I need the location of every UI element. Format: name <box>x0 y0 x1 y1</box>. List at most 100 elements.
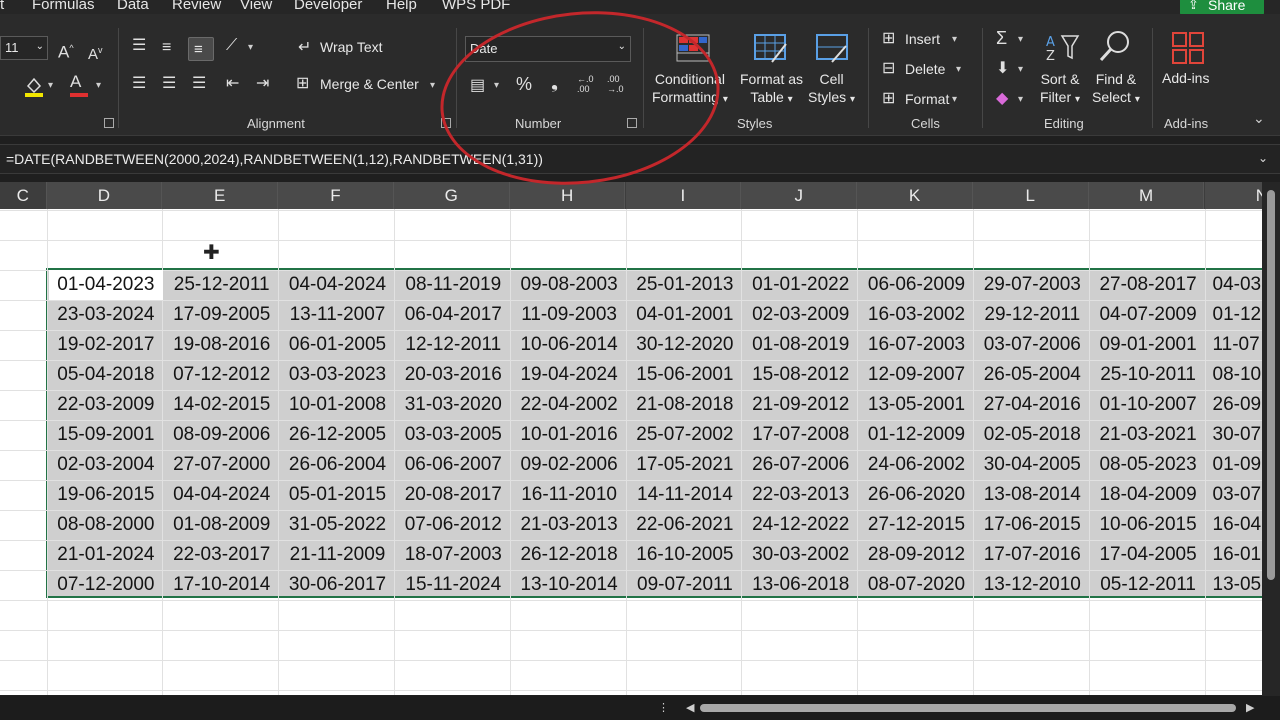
table-cell[interactable]: 02-03-2004 <box>49 450 164 480</box>
table-cell[interactable]: 16-04 <box>1207 510 1263 540</box>
table-cell[interactable]: 21-01-2024 <box>49 540 164 570</box>
table-cell[interactable]: 27-07-2000 <box>164 450 279 480</box>
table-cell[interactable]: 26-09 <box>1207 390 1263 420</box>
table-cell[interactable]: 04-07-2009 <box>1091 300 1206 330</box>
table-cell[interactable]: 22-03-2017 <box>164 540 279 570</box>
table-cell[interactable]: 30-03-2002 <box>743 540 858 570</box>
table-cell[interactable]: 09-07-2011 <box>628 570 743 600</box>
table-cell[interactable]: 21-03-2021 <box>1091 420 1206 450</box>
table-cell[interactable]: 31-03-2020 <box>396 390 511 420</box>
table-cell[interactable]: 08-11-2019 <box>396 270 511 300</box>
table-cell[interactable]: 25-01-2013 <box>628 270 743 300</box>
table-cell[interactable]: 01-09 <box>1207 450 1263 480</box>
table-cell[interactable]: 16-11-2010 <box>512 480 627 510</box>
column-header-d[interactable]: D <box>46 182 163 209</box>
chevron-down-icon[interactable]: ▾ <box>96 80 101 91</box>
table-cell[interactable]: 26-12-2005 <box>280 420 395 450</box>
table-cell[interactable]: 27-12-2015 <box>859 510 974 540</box>
font-dialog-launcher[interactable] <box>104 118 114 128</box>
column-header-i[interactable]: I <box>625 182 742 209</box>
chevron-down-icon[interactable]: ▾ <box>1018 64 1023 75</box>
table-cell[interactable]: 21-11-2009 <box>280 540 395 570</box>
align-middle-icon[interactable]: ≡ <box>162 40 171 56</box>
table-cell[interactable]: 29-07-2003 <box>975 270 1090 300</box>
table-cell[interactable]: 05-04-2018 <box>49 360 164 390</box>
table-cell[interactable]: 06-01-2005 <box>280 330 395 360</box>
table-cell[interactable]: 30-12-2020 <box>628 330 743 360</box>
align-top-icon[interactable]: ☰ <box>132 38 146 54</box>
table-cell[interactable]: 17-06-2015 <box>975 510 1090 540</box>
format-as-table-button[interactable]: Format as Table ▾ <box>740 70 803 109</box>
table-cell[interactable]: 17-09-2005 <box>164 300 279 330</box>
chevron-down-icon[interactable]: ▾ <box>1018 34 1023 45</box>
table-cell[interactable]: 04-03 <box>1207 270 1263 300</box>
chevron-down-icon[interactable]: ▾ <box>952 34 957 45</box>
menu-item-developer[interactable]: Developer <box>294 0 362 13</box>
cell-styles-button[interactable]: Cell Styles ▾ <box>808 70 855 109</box>
column-header-k[interactable]: K <box>857 182 973 209</box>
column-header-c[interactable]: C <box>0 182 47 209</box>
vertical-scrollbar[interactable] <box>1262 182 1280 696</box>
table-cell[interactable]: 10-06-2015 <box>1091 510 1206 540</box>
font-size-select[interactable]: 11 ⌄ <box>0 36 48 60</box>
menu-item-help[interactable]: Help <box>386 0 417 13</box>
table-cell[interactable]: 17-05-2021 <box>628 450 743 480</box>
table-cell[interactable]: 01-12-2009 <box>859 420 974 450</box>
table-cell[interactable]: 23-03-2024 <box>49 300 164 330</box>
table-cell[interactable]: 30-04-2005 <box>975 450 1090 480</box>
table-cell[interactable]: 10-06-2014 <box>512 330 627 360</box>
table-cell[interactable]: 17-04-2005 <box>1091 540 1206 570</box>
column-header-f[interactable]: F <box>278 182 394 209</box>
table-cell[interactable]: 31-05-2022 <box>280 510 395 540</box>
table-cell[interactable]: 16-01 <box>1207 540 1263 570</box>
table-cell[interactable]: 09-01-2001 <box>1091 330 1206 360</box>
formula-text[interactable]: =DATE(RANDBETWEEN(2000,2024),RANDBETWEEN… <box>6 151 543 167</box>
sort-filter-button[interactable]: Sort & Filter ▾ <box>1040 70 1080 109</box>
table-cell[interactable]: 11-07 <box>1207 330 1263 360</box>
table-cell[interactable]: 21-03-2013 <box>512 510 627 540</box>
table-cell[interactable]: 25-12-2011 <box>164 270 279 300</box>
table-cell[interactable]: 14-02-2015 <box>164 390 279 420</box>
table-cell[interactable]: 21-08-2018 <box>628 390 743 420</box>
table-cell[interactable]: 13-06-2018 <box>743 570 858 600</box>
table-cell[interactable]: 13-10-2014 <box>512 570 627 600</box>
menu-item-formulas[interactable]: Formulas <box>32 0 95 13</box>
table-cell[interactable]: 09-02-2006 <box>512 450 627 480</box>
collapse-ribbon-icon[interactable]: ⌄ <box>1253 110 1265 127</box>
chevron-down-icon[interactable]: ▾ <box>1018 94 1023 105</box>
scroll-right-icon[interactable]: ▶ <box>1246 701 1254 714</box>
wrap-text-button[interactable]: Wrap Text <box>320 39 383 55</box>
table-cell[interactable]: 18-04-2009 <box>1091 480 1206 510</box>
horizontal-scroll-thumb[interactable] <box>700 704 1236 712</box>
table-cell[interactable]: 08-05-2023 <box>1091 450 1206 480</box>
table-cell[interactable]: 06-06-2007 <box>396 450 511 480</box>
fill-color-icon[interactable] <box>24 76 44 102</box>
table-cell[interactable]: 25-10-2011 <box>1091 360 1206 390</box>
table-cell[interactable]: 07-06-2012 <box>396 510 511 540</box>
autosum-icon[interactable]: Σ <box>996 29 1007 47</box>
table-cell[interactable]: 05-01-2015 <box>280 480 395 510</box>
table-cell[interactable]: 01-08-2019 <box>743 330 858 360</box>
table-cell[interactable]: 08-10 <box>1207 360 1263 390</box>
expand-formula-bar-icon[interactable]: ⌄ <box>1258 151 1268 165</box>
increase-indent-icon[interactable]: ⇥ <box>256 76 269 92</box>
table-cell[interactable]: 06-06-2009 <box>859 270 974 300</box>
table-cell[interactable]: 07-12-2000 <box>49 570 164 600</box>
table-cell[interactable]: 13-08-2014 <box>975 480 1090 510</box>
table-cell[interactable]: 14-11-2014 <box>628 480 743 510</box>
horizontal-scrollbar[interactable]: ⋮ ◀ ▶ <box>0 696 1280 720</box>
table-cell[interactable]: 24-06-2002 <box>859 450 974 480</box>
grow-font-button[interactable]: A^ <box>58 40 74 61</box>
table-cell[interactable]: 15-11-2024 <box>396 570 511 600</box>
column-header-l[interactable]: L <box>972 182 1089 209</box>
add-ins-button[interactable]: Add-ins <box>1162 70 1209 86</box>
column-header-n[interactable]: N <box>1204 182 1262 209</box>
table-cell[interactable]: 16-03-2002 <box>859 300 974 330</box>
table-cell[interactable]: 17-10-2014 <box>164 570 279 600</box>
chevron-down-icon[interactable]: ▾ <box>430 80 435 91</box>
orientation-icon[interactable]: ⟋ <box>226 38 237 54</box>
scroll-left-icon[interactable]: ◀ <box>686 701 694 714</box>
table-cell[interactable]: 20-08-2017 <box>396 480 511 510</box>
column-header-m[interactable]: M <box>1088 182 1205 209</box>
table-cell[interactable]: 15-09-2001 <box>49 420 164 450</box>
